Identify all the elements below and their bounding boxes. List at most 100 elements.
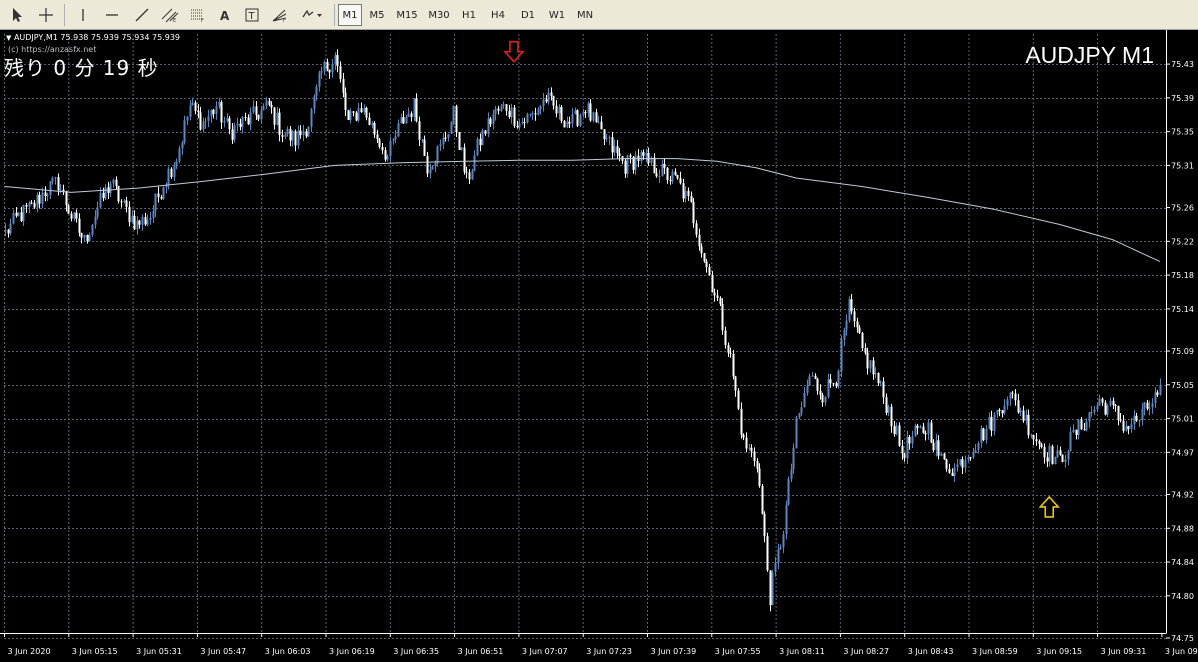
candle-bear	[908, 436, 911, 444]
candle-bear	[600, 121, 603, 130]
candle-bear	[125, 200, 128, 207]
timeframe-button-h1[interactable]: H1	[456, 4, 482, 26]
candle-bull	[394, 136, 397, 140]
candle-bear	[729, 352, 732, 354]
timeframe-button-m5[interactable]: M5	[364, 4, 390, 26]
candle-bear	[856, 321, 859, 328]
candle-bear	[850, 299, 853, 312]
timeframe-button-w1[interactable]: W1	[544, 4, 570, 26]
candle-bull	[141, 217, 144, 225]
candle-bear	[692, 202, 695, 224]
candle-bear	[1001, 410, 1004, 414]
candle-bear	[402, 117, 405, 124]
candle-bear	[832, 383, 835, 385]
candle-bear	[128, 206, 131, 223]
candle-bear	[86, 234, 89, 242]
candle-bear	[426, 155, 429, 174]
candle-bull	[974, 450, 977, 453]
candle-bull	[450, 122, 453, 134]
candle-bull	[436, 146, 439, 163]
candle-bull	[434, 162, 437, 167]
text-label-icon[interactable]: T	[240, 4, 264, 26]
candle-bull	[959, 459, 962, 465]
time-axis-label: 3 Jun 08:27	[843, 647, 889, 656]
candle-bear	[700, 246, 703, 254]
text-icon[interactable]: A	[214, 4, 236, 26]
candle-bull	[537, 109, 540, 115]
time-axis-label: 3 Jun 09:4	[1165, 647, 1198, 656]
candle-bull	[99, 192, 102, 208]
candle-bear	[864, 348, 867, 353]
candle-bear	[753, 451, 756, 462]
candle-bear	[415, 98, 418, 122]
candle-bear	[951, 472, 954, 476]
candle-bull	[439, 144, 442, 147]
candle-bull	[874, 372, 877, 375]
timeframe-button-mn[interactable]: MN	[572, 4, 598, 26]
candle-bear	[505, 104, 508, 111]
candle-bull	[500, 105, 503, 111]
equidistant-channel-icon[interactable]: E	[158, 4, 182, 26]
candle-bull	[413, 98, 416, 118]
candle-bull	[476, 138, 479, 156]
candle-bear	[1112, 400, 1115, 405]
candle-bear	[1101, 398, 1104, 403]
candle-bull	[1125, 426, 1128, 431]
timeframe-button-d1[interactable]: D1	[514, 4, 542, 26]
fibonacci-retracement-icon[interactable]: F	[186, 4, 210, 26]
candle-bull	[54, 176, 57, 179]
candle-bear	[861, 332, 864, 349]
price-axis-label: 75.22	[1171, 237, 1194, 246]
crosshair-icon[interactable]	[34, 4, 58, 26]
candle-bull	[1003, 405, 1006, 414]
candle-bull	[1098, 398, 1101, 406]
candle-bull	[1067, 451, 1070, 460]
candle-bear	[410, 113, 413, 118]
price-axis-label: 75.26	[1171, 204, 1194, 213]
candle-bear	[898, 425, 901, 446]
horizontal-line-icon[interactable]	[100, 4, 124, 26]
timeframe-button-m15[interactable]: M15	[392, 4, 422, 26]
cursor-icon[interactable]	[6, 4, 28, 26]
vertical-line-icon[interactable]	[72, 4, 94, 26]
fibonacci-fan-icon[interactable]: F	[268, 4, 292, 26]
candle-bear	[355, 112, 358, 121]
price-chart[interactable]: 75.43 75.39 75.35 75.31 75.26 75.22 75.18 75.14…	[0, 30, 1198, 662]
candle-bull	[210, 109, 213, 117]
candle-bull	[276, 112, 279, 125]
candle-bear	[1011, 392, 1014, 394]
candle-bull	[297, 130, 300, 146]
candle-bull	[397, 123, 400, 137]
candle-bull	[792, 447, 795, 470]
candle-bull	[1154, 392, 1157, 404]
candle-bull	[146, 220, 149, 225]
candle-bull	[1096, 405, 1099, 410]
candle-bull	[226, 118, 229, 122]
candle-bull	[154, 193, 157, 211]
arrows-dropdown-icon[interactable]	[296, 4, 328, 26]
timeframe-button-h4[interactable]: H4	[484, 4, 512, 26]
candle-bull	[284, 134, 287, 137]
candle-bear	[479, 138, 482, 146]
candle-bull	[1077, 419, 1080, 436]
candle-bear	[737, 390, 740, 409]
price-axis-label: 75.31	[1171, 161, 1194, 170]
candle-bull	[592, 112, 595, 121]
candle-bear	[990, 416, 993, 431]
candle-bear	[170, 168, 173, 178]
candle-bull	[318, 72, 321, 87]
price-axis-label: 74.84	[1171, 558, 1194, 567]
candle-bear	[721, 304, 724, 331]
timeframe-button-m1[interactable]: M1	[338, 4, 362, 26]
time-axis-label: 3 Jun 09:31	[1101, 647, 1147, 656]
timeframe-button-m30[interactable]: M30	[424, 4, 454, 26]
time-axis-label: 3 Jun 06:03	[265, 647, 311, 656]
candle-bear	[750, 447, 753, 452]
candle-bear	[273, 107, 276, 125]
candle-bear	[278, 112, 281, 135]
candle-bull	[494, 108, 497, 115]
candle-bear	[378, 139, 381, 147]
candle-bull	[953, 467, 956, 476]
candle-bear	[705, 261, 708, 268]
trendline-icon[interactable]	[130, 4, 154, 26]
